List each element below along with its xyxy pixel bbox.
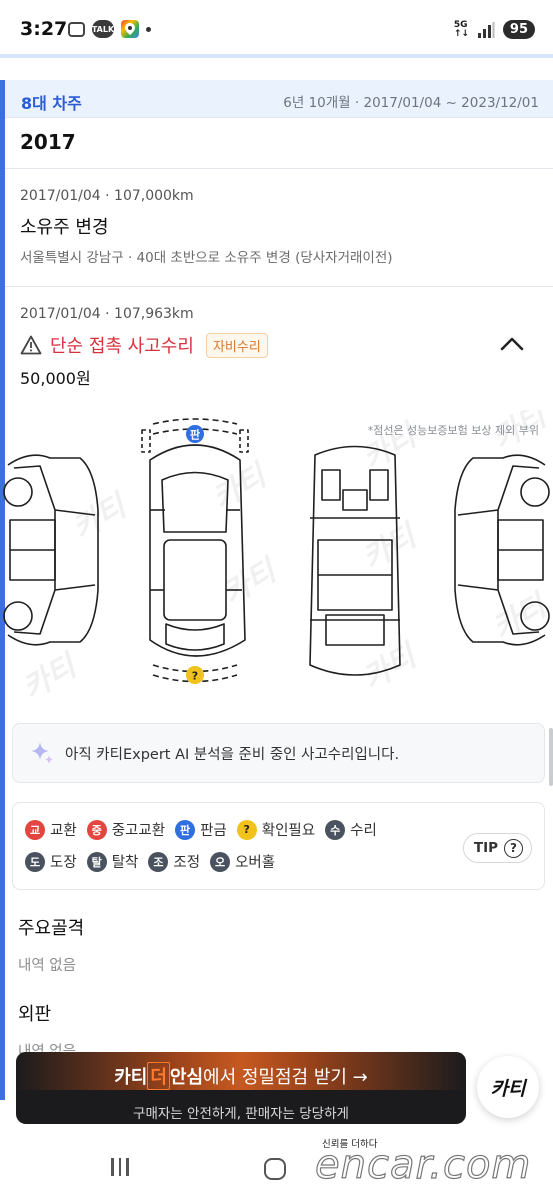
event-description: 서울특별시 강남구 · 40대 초반으로 소유주 변경 (당사자거래이전)	[20, 250, 393, 266]
svg-text:카티: 카티	[357, 637, 425, 697]
signal-icon	[477, 21, 495, 38]
section-main-frame-title: 주요골격	[18, 918, 85, 939]
divider	[5, 286, 553, 287]
status-time: 3:27	[20, 18, 68, 40]
screenshot-icon	[68, 21, 85, 37]
status-right: 5G ↑↓ 95	[454, 20, 535, 39]
talk-icon: TALK	[92, 20, 114, 38]
svg-text:카티: 카티	[487, 587, 553, 647]
tip-button[interactable]: TIP ?	[462, 833, 532, 863]
legend-row-2: 도 도장 탈 탈착 조 조정 오 오버홀	[25, 851, 275, 872]
sparkle-icon	[31, 742, 53, 764]
owner-period: 6년 10개월 · 2017/01/04 ~ 2023/12/01	[283, 95, 539, 111]
question-icon: ?	[504, 838, 523, 858]
ai-notice-text: 아직 카티Expert AI 분석을 준비 중인 사고수리입니다.	[65, 746, 400, 763]
tip-label: TIP	[473, 840, 498, 856]
legend-item-used-replace: 중 중고교환	[86, 819, 165, 840]
legend-item-repair: 수 수리	[325, 819, 377, 840]
divider	[5, 168, 553, 169]
panel-marker: 판	[186, 425, 204, 443]
year-heading: 2017	[20, 130, 76, 154]
svg-text:카티: 카티	[67, 487, 135, 547]
dashed-line-note: *점선은 성능보증보험 보상 제외 부위	[367, 424, 539, 437]
encar-watermark: encar.com	[314, 1141, 532, 1188]
svg-text:?: ?	[192, 670, 198, 683]
owner-title: 8대 차주	[21, 94, 82, 113]
owner-header: 8대 차주 6년 10개월 · 2017/01/04 ~ 2023/12/01	[5, 80, 553, 118]
warning-icon	[20, 335, 42, 355]
network-icon: 5G ↑↓	[453, 19, 469, 39]
top-divider	[0, 54, 553, 58]
recent-apps-icon[interactable]	[111, 1158, 129, 1176]
kati-floating-button[interactable]: 카티	[477, 1056, 539, 1118]
accident-title-row: 단순 접촉 사고수리 자비수리	[20, 332, 268, 358]
section-main-frame-empty: 내역 없음	[18, 958, 76, 974]
home-icon[interactable]	[264, 1158, 286, 1180]
check-needed-marker: ?	[186, 666, 204, 684]
collapse-chevron-icon[interactable]	[499, 334, 525, 352]
legend-item-replace: 교 교환	[25, 819, 77, 840]
diagram-watermark: 카티 카티 카티 카티 카티 카티 카티 카티 카티	[17, 410, 553, 707]
legend-item-sheet-metal: 판 판금	[175, 819, 227, 840]
legend-item-detach: 탈 탈착	[86, 851, 138, 872]
car-damage-diagram: 카티 카티 카티 카티 카티 카티 카티 카티 카티 판 ?	[3, 410, 553, 707]
legend-item-adjust: 조 조정	[148, 851, 200, 872]
scrollbar[interactable]	[549, 728, 553, 786]
ai-analysis-notice: 아직 카티Expert AI 분석을 준비 중인 사고수리입니다.	[12, 723, 545, 783]
status-bar: 3:27 TALK 5G ↑↓ 95	[0, 0, 553, 56]
accident-meta: 2017/01/04 · 107,963km	[20, 306, 194, 322]
legend-row-1: 교 교환 중 중고교환 판 판금 ? 확인필요 수 수리	[25, 819, 377, 840]
event-meta: 2017/01/04 · 107,000km	[20, 188, 194, 204]
event-title: 소유주 변경	[20, 217, 109, 238]
svg-text:카티: 카티	[357, 517, 425, 577]
banner-title[interactable]: 카티 더 안심에서 정밀점검 받기 →	[16, 1062, 466, 1090]
dot-icon	[146, 26, 151, 32]
location-icon	[121, 20, 139, 38]
banner-subtitle: 구매자는 안전하게, 판매자는 당당하게	[133, 1106, 349, 1122]
repair-legend: 교 교환 중 중고교환 판 판금 ? 확인필요 수 수리 도 도장 탈 탈착 조 조정 오 오버홀…	[12, 802, 545, 890]
self-repair-badge: 자비수리	[205, 332, 268, 358]
car-left-side-view	[3, 454, 99, 646]
section-exterior-title: 외판	[18, 1004, 52, 1025]
legend-item-paint: 도 도장	[25, 851, 77, 872]
repair-cost: 50,000원	[20, 369, 91, 388]
legend-item-overhaul: 오 오버홀	[210, 851, 275, 872]
svg-text:카티: 카티	[17, 647, 85, 707]
accident-title: 단순 접촉 사고수리	[50, 336, 194, 357]
battery-indicator: 95	[502, 20, 535, 39]
car-top-view	[141, 418, 249, 683]
status-notification-icons: TALK	[68, 20, 151, 38]
legend-item-check-needed: ? 확인필요	[236, 819, 315, 840]
svg-text:판: 판	[190, 428, 200, 442]
